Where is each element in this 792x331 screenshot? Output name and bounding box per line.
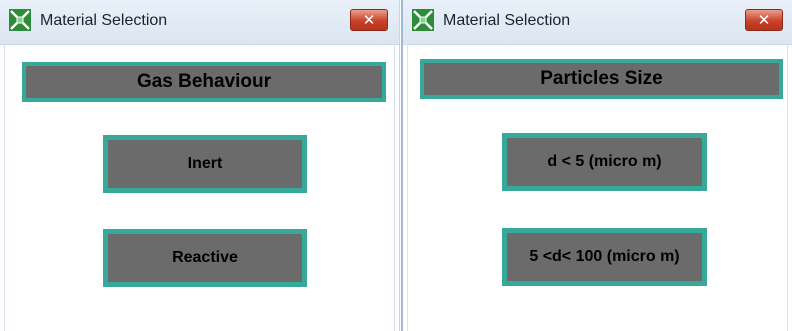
close-icon: ✕ (362, 11, 376, 29)
title-bar[interactable]: Material Selection ✕ (403, 0, 792, 45)
close-icon: ✕ (757, 11, 771, 29)
close-button[interactable]: ✕ (350, 9, 388, 31)
small-particles-button[interactable]: d < 5 (micro m) (502, 133, 707, 191)
title-bar[interactable]: Material Selection ✕ (0, 0, 399, 45)
medium-particles-button[interactable]: 5 <d< 100 (micro m) (502, 228, 707, 286)
inert-button[interactable]: Inert (103, 135, 307, 193)
particles-size-heading: Particles Size (420, 59, 783, 99)
reactive-button[interactable]: Reactive (103, 229, 307, 287)
app-icon (412, 9, 434, 31)
window-title: Material Selection (40, 12, 168, 29)
particles-size-window: Material Selection ✕ Particles Size d < … (401, 0, 792, 331)
close-button[interactable]: ✕ (745, 9, 783, 31)
gas-behaviour-window: Material Selection ✕ Gas Behaviour Inert… (0, 0, 400, 331)
window-title: Material Selection (443, 12, 571, 29)
gas-behaviour-heading: Gas Behaviour (22, 62, 386, 102)
app-icon (9, 9, 31, 31)
